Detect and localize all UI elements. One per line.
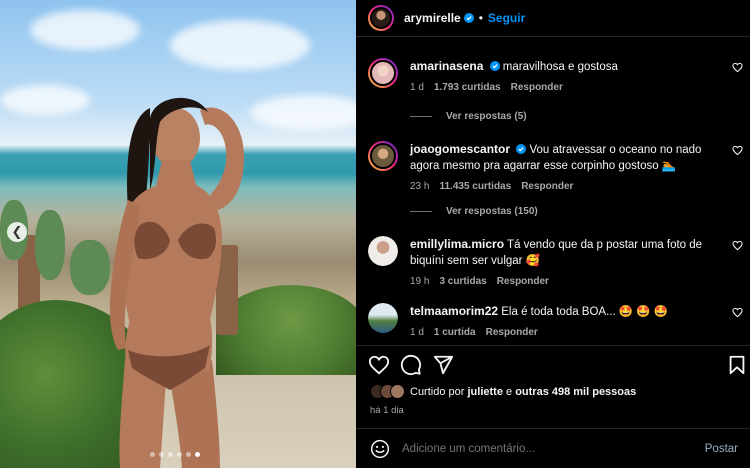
person-figure: [109, 97, 245, 468]
liker-avatar: [390, 384, 405, 399]
post-comment-button[interactable]: Postar: [705, 443, 738, 455]
commenter-avatar[interactable]: [368, 141, 398, 171]
liked-by[interactable]: Curtido por juliette e outras 498 mil pe…: [370, 384, 636, 399]
view-replies-button[interactable]: Ver respostas (150): [410, 206, 538, 217]
reply-button[interactable]: Responder: [521, 179, 573, 195]
view-replies-label: Ver respostas (5): [446, 111, 527, 122]
comment-time[interactable]: 1 d: [410, 80, 424, 96]
liked-by-others[interactable]: outras 498 mil pessoas: [515, 386, 636, 398]
comment-likes[interactable]: 1 curtida: [434, 325, 476, 341]
reply-button[interactable]: Responder: [511, 80, 563, 96]
bookmark-icon[interactable]: [726, 354, 748, 376]
carousel-dots: [150, 452, 200, 457]
carousel-dot: [150, 452, 155, 457]
comment-username[interactable]: emillylima.micro: [410, 237, 504, 251]
comment-likes[interactable]: 1.793 curtidas: [434, 80, 501, 96]
comment-text: Ela é toda toda BOA... 🤩 🤩 🤩: [501, 306, 669, 318]
heart-icon[interactable]: [732, 62, 743, 73]
add-comment-bar: Postar: [356, 428, 750, 468]
comment-username[interactable]: amarinasena: [410, 59, 483, 73]
comment-input[interactable]: [402, 442, 692, 455]
emoji-icon[interactable]: [370, 439, 390, 459]
heart-icon[interactable]: [732, 307, 743, 318]
liked-by-user[interactable]: juliette: [467, 386, 502, 398]
carousel-dot: [159, 452, 164, 457]
share-icon[interactable]: [432, 354, 454, 376]
comment-time[interactable]: 23 h: [410, 179, 429, 195]
carousel-dot-active: [195, 452, 200, 457]
view-replies-button[interactable]: Ver respostas (5): [410, 111, 527, 122]
verified-badge-icon: [489, 61, 500, 71]
author-username[interactable]: arymirelle: [404, 11, 461, 25]
comment-username[interactable]: telmaamorim22: [410, 304, 498, 318]
commenter-avatar[interactable]: [368, 236, 398, 266]
liked-by-conj: e: [506, 385, 513, 398]
view-replies-label: Ver respostas (150): [446, 206, 538, 217]
comment-likes[interactable]: 11.435 curtidas: [439, 179, 511, 195]
comment-time[interactable]: 19 h: [410, 274, 429, 290]
verified-badge-icon: [516, 144, 527, 154]
post-header: arymirelle • Seguir: [356, 0, 750, 37]
comment-time[interactable]: 1 d: [410, 325, 424, 341]
follow-button[interactable]: Seguir: [488, 11, 525, 25]
author-avatar[interactable]: [368, 5, 394, 31]
reply-button[interactable]: Responder: [497, 274, 549, 290]
carousel-dot: [186, 452, 191, 457]
liked-by-prefix: Curtido por: [410, 385, 465, 398]
post-panel: arymirelle • Seguir amarinasena maravilh…: [356, 0, 750, 468]
header-separator: •: [478, 11, 483, 25]
comment-text: maravilhosa e gostosa: [502, 61, 618, 73]
reply-button[interactable]: Responder: [486, 325, 538, 341]
heart-icon[interactable]: [732, 145, 743, 156]
comment-username[interactable]: joaogomescantor: [410, 142, 510, 156]
commenter-avatar[interactable]: [368, 303, 398, 333]
commenter-avatar[interactable]: [368, 58, 398, 88]
carousel-dot: [177, 452, 182, 457]
post-photo[interactable]: ❮: [0, 0, 356, 468]
verified-badge-icon: [463, 13, 474, 23]
heart-icon[interactable]: [368, 354, 390, 376]
post-time[interactable]: há 1 dia: [370, 405, 404, 416]
comment-icon[interactable]: [400, 354, 422, 376]
carousel-dot: [168, 452, 173, 457]
comment-likes[interactable]: 3 curtidas: [439, 274, 486, 290]
heart-icon[interactable]: [732, 240, 743, 251]
action-bar: [356, 345, 750, 383]
chevron-left-icon[interactable]: ❮: [7, 222, 27, 242]
